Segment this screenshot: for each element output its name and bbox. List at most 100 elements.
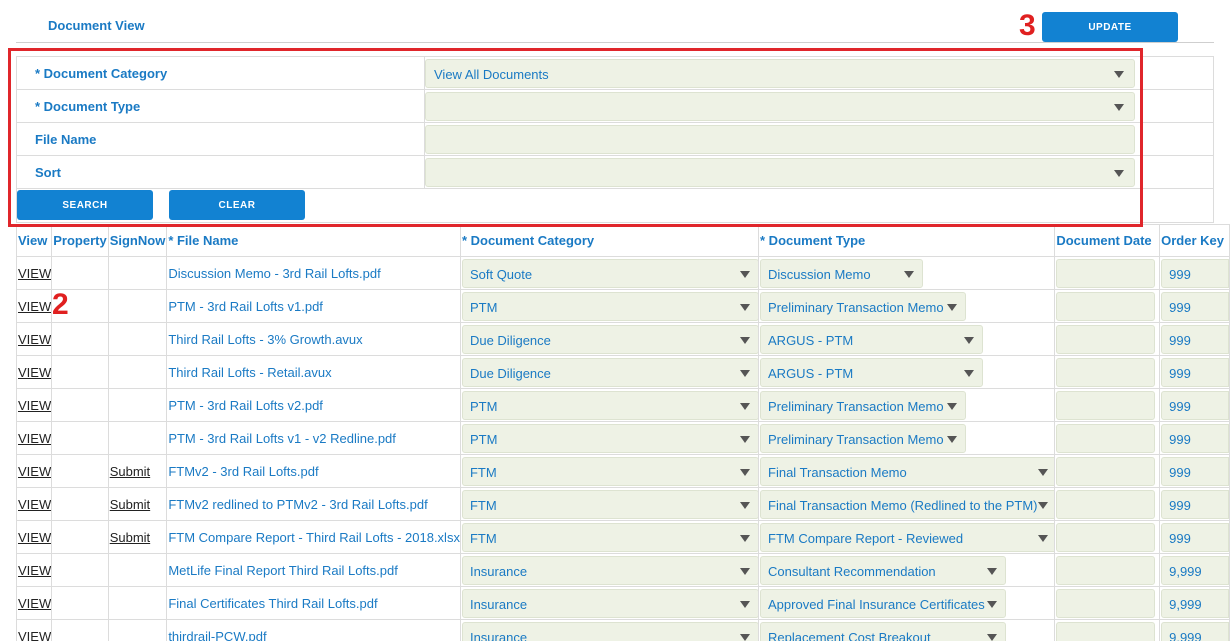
view-link[interactable]: VIEW <box>18 596 51 611</box>
filename-filter-input[interactable] <box>425 125 1135 154</box>
submit-link[interactable] <box>109 629 110 641</box>
order-key-input[interactable]: 999 <box>1161 325 1229 354</box>
type-cell: Preliminary Transaction Memo <box>758 421 1056 455</box>
column-header-document-date[interactable]: Document Date <box>1054 224 1161 257</box>
type-select[interactable]: Discussion Memo <box>760 259 924 288</box>
order-key-input[interactable]: 9,999 <box>1161 622 1229 641</box>
category-select[interactable]: FTM <box>461 490 758 519</box>
type-select[interactable]: Final Transaction Memo <box>760 457 1054 486</box>
view-link[interactable]: VIEW <box>18 530 51 545</box>
type-filter-select[interactable] <box>425 92 1135 121</box>
submit-link[interactable] <box>109 398 110 413</box>
submit-link[interactable] <box>109 596 110 611</box>
document-date-input[interactable] <box>1056 358 1156 387</box>
column-header-view[interactable]: View <box>15 224 53 257</box>
chevron-down-icon <box>1114 170 1124 177</box>
column-header-document-type[interactable]: * Document Type <box>758 224 1056 257</box>
type-select[interactable]: Final Transaction Memo (Redlined to the … <box>760 490 1054 519</box>
type-select[interactable]: Replacement Cost Breakout <box>760 622 1007 641</box>
order-key-input[interactable]: 999 <box>1161 391 1229 420</box>
document-date-cell <box>1054 421 1161 455</box>
order-key-input[interactable]: 999 <box>1161 523 1229 552</box>
view-link[interactable]: VIEW <box>18 629 51 641</box>
type-select[interactable]: ARGUS - PTM <box>760 325 984 354</box>
type-select[interactable]: Preliminary Transaction Memo <box>760 292 967 321</box>
document-date-input[interactable] <box>1056 622 1156 641</box>
submit-link[interactable]: Submit <box>109 464 150 479</box>
view-link[interactable]: VIEW <box>18 332 51 347</box>
clear-button[interactable]: CLEAR <box>169 190 305 220</box>
order-key-input[interactable]: 999 <box>1161 292 1229 321</box>
submit-link[interactable] <box>109 266 110 281</box>
search-button[interactable]: SEARCH <box>17 190 153 220</box>
view-link[interactable]: VIEW <box>18 266 51 281</box>
chevron-down-icon <box>947 436 958 443</box>
type-select[interactable]: FTM Compare Report - Reviewed <box>760 523 1054 552</box>
column-header-order-key[interactable]: Order Key <box>1159 224 1230 257</box>
document-date-input[interactable] <box>1056 292 1156 321</box>
category-select[interactable]: FTM <box>461 457 758 486</box>
category-select[interactable]: FTM <box>461 523 758 552</box>
type-select[interactable]: Approved Final Insurance Certificates <box>760 589 1007 618</box>
order-key-input[interactable]: 999 <box>1161 424 1229 453</box>
document-date-input[interactable] <box>1056 523 1156 552</box>
category-select[interactable]: Insurance <box>461 556 758 585</box>
view-link[interactable]: VIEW <box>18 464 51 479</box>
view-link[interactable]: VIEW <box>18 365 51 380</box>
order-key-input[interactable]: 999 <box>1161 457 1229 486</box>
column-header-document-category[interactable]: * Document Category <box>459 224 760 257</box>
document-date-input[interactable] <box>1056 556 1156 585</box>
column-header-signnow[interactable]: SignNow <box>107 224 168 257</box>
type-value: Preliminary Transaction Memo <box>768 399 944 414</box>
document-date-input[interactable] <box>1056 259 1156 288</box>
category-select[interactable]: Due Diligence <box>461 358 758 387</box>
document-date-cell <box>1054 355 1161 389</box>
submit-link[interactable] <box>109 431 110 446</box>
file-name: Final Certificates Third Rail Lofts.pdf <box>168 595 378 611</box>
category-select[interactable]: PTM <box>461 391 758 420</box>
view-link[interactable]: VIEW <box>18 431 51 446</box>
document-date-input[interactable] <box>1056 490 1156 519</box>
order-key-input[interactable]: 999 <box>1161 490 1229 519</box>
category-select[interactable]: Soft Quote <box>461 259 758 288</box>
view-link[interactable]: VIEW <box>18 563 51 578</box>
order-key-input[interactable]: 9,999 <box>1161 589 1229 618</box>
submit-link[interactable] <box>109 365 110 380</box>
submit-link[interactable] <box>109 563 110 578</box>
submit-link[interactable]: Submit <box>109 497 150 512</box>
category-value: PTM <box>469 432 498 447</box>
document-date-input[interactable] <box>1056 457 1156 486</box>
view-link[interactable]: VIEW <box>18 497 51 512</box>
document-date-cell <box>1054 256 1161 290</box>
document-date-input[interactable] <box>1056 325 1156 354</box>
category-filter-select[interactable]: View All Documents <box>425 59 1135 88</box>
category-select[interactable]: PTM <box>461 292 758 321</box>
sort-filter-select[interactable] <box>425 158 1135 187</box>
table-row: VIEW Submit FTMv2 - 3rd Rail Lofts.pdf FTM F… <box>15 454 1230 488</box>
filter-row-sort: Sort <box>17 156 1213 189</box>
file-name-cell: PTM - 3rd Rail Lofts v1 - v2 Redline.pdf <box>166 421 461 455</box>
category-select[interactable]: Insurance <box>461 589 758 618</box>
type-select[interactable]: Consultant Recommendation <box>760 556 1007 585</box>
update-button[interactable]: UPDATE <box>1042 12 1178 42</box>
category-select[interactable]: PTM <box>461 424 758 453</box>
submit-link[interactable] <box>109 299 110 314</box>
document-date-input[interactable] <box>1056 589 1156 618</box>
view-link[interactable]: VIEW <box>18 299 51 314</box>
order-key-input[interactable]: 999 <box>1161 259 1229 288</box>
type-select[interactable]: Preliminary Transaction Memo <box>760 424 967 453</box>
document-date-input[interactable] <box>1056 424 1156 453</box>
submit-link[interactable] <box>109 332 110 347</box>
column-header-file-name[interactable]: * File Name <box>166 224 461 257</box>
view-link[interactable]: VIEW <box>18 398 51 413</box>
order-key-input[interactable]: 999 <box>1161 358 1229 387</box>
document-date-input[interactable] <box>1056 391 1156 420</box>
signnow-cell <box>107 586 168 620</box>
submit-link[interactable]: Submit <box>109 530 150 545</box>
column-header-property[interactable]: Property <box>51 224 109 257</box>
type-select[interactable]: Preliminary Transaction Memo <box>760 391 967 420</box>
category-select[interactable]: Due Diligence <box>461 325 758 354</box>
category-select[interactable]: Insurance <box>461 622 758 641</box>
type-select[interactable]: ARGUS - PTM <box>760 358 984 387</box>
order-key-input[interactable]: 9,999 <box>1161 556 1229 585</box>
